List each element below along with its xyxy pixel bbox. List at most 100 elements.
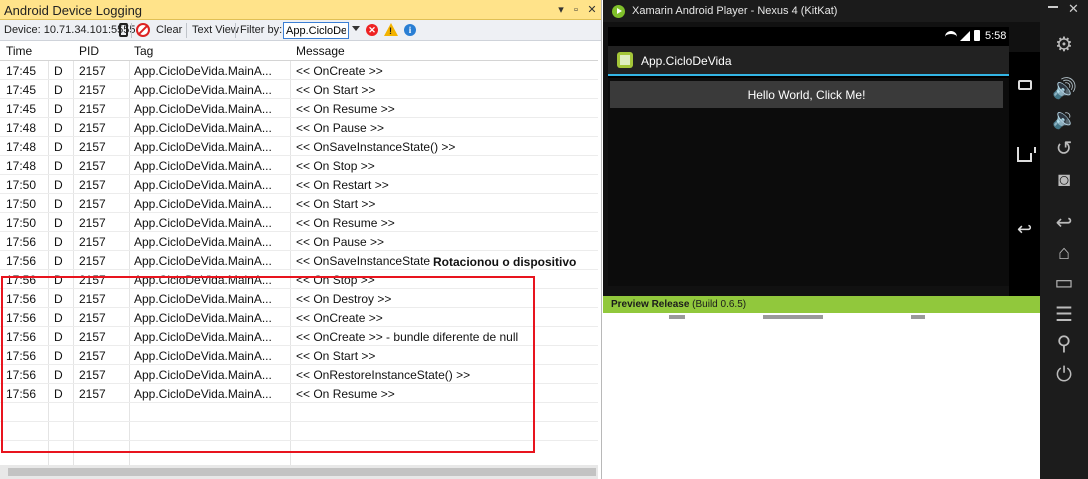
column-header-time[interactable]: Time [6, 44, 32, 58]
back-icon[interactable]: ↩ [1016, 220, 1033, 238]
filter-label: Filter by: [240, 24, 283, 36]
log-row[interactable]: 17:56 D 2157 App.CicloDeVida.MainA... << On … [0, 384, 598, 403]
empty-row [0, 403, 598, 422]
log-row[interactable]: 17:48 D 2157 App.CicloDeVida.MainA... << On … [0, 156, 598, 175]
log-tag: App.CicloDeVida.MainA... [134, 216, 272, 230]
log-level: D [54, 273, 63, 287]
log-row[interactable]: 17:45 D 2157 App.CicloDeVida.MainA... << On … [0, 80, 598, 99]
log-time: 17:56 [6, 368, 37, 382]
error-filter-icon[interactable]: ✕ [366, 24, 378, 36]
log-message: << On Start >> [296, 83, 376, 97]
panel-close-button[interactable]: ✕ [585, 3, 599, 17]
wifi-icon [945, 31, 957, 41]
device-icon[interactable] [119, 23, 128, 37]
log-row[interactable]: 17:56 D 2157 App.CicloDeVida.MainA... << On … [0, 346, 598, 365]
log-row[interactable]: 17:50 D 2157 App.CicloDeVida.MainA... << On … [0, 175, 598, 194]
column-header-message[interactable]: Message [296, 44, 345, 58]
search-icon[interactable]: ⚲ [1052, 332, 1076, 356]
log-row[interactable]: 17:56 D 2157 App.CicloDeVida.MainA... << On … [0, 289, 598, 308]
log-tag: App.CicloDeVida.MainA... [134, 140, 272, 154]
home-icon[interactable] [1016, 147, 1036, 164]
log-row[interactable]: 17:45 D 2157 App.CicloDeVida.MainA... << On … [0, 99, 598, 118]
log-level: D [54, 368, 63, 382]
emulator-status-bar: Preview Release (Build 0.6.5) [603, 296, 1040, 313]
volume-down-icon[interactable]: 🔉 [1052, 107, 1077, 131]
log-row[interactable]: 17:50 D 2157 App.CicloDeVida.MainA... << On … [0, 213, 598, 232]
close-button[interactable]: ✕ [1068, 1, 1079, 17]
log-tag: App.CicloDeVida.MainA... [134, 64, 272, 78]
log-tag: App.CicloDeVida.MainA... [134, 159, 272, 173]
back-icon[interactable]: ↩ [1052, 211, 1076, 235]
annotation-label: Rotacionou o dispositivo [430, 255, 580, 269]
log-pid: 2157 [79, 159, 106, 173]
log-tag: App.CicloDeVida.MainA... [134, 349, 272, 363]
column-header-pid[interactable]: PID [79, 44, 99, 58]
log-pid: 2157 [79, 273, 106, 287]
status-clock: 5:58 [985, 30, 1007, 42]
panel-menu-button[interactable]: ▾ [554, 3, 568, 17]
log-row[interactable]: 17:56 D 2157 App.CicloDeVida.MainA... << On … [0, 270, 598, 289]
log-message: << OnCreate >> [296, 311, 383, 325]
log-row[interactable]: 17:56 D 2157 App.CicloDeVida.MainA... << OnC… [0, 308, 598, 327]
minimize-button[interactable] [1048, 6, 1058, 8]
log-row[interactable]: 17:45 D 2157 App.CicloDeVida.MainA... << OnC… [0, 61, 598, 80]
recent-apps-icon[interactable]: ▭ [1052, 271, 1076, 295]
app-action-bar: App.CicloDeVida [608, 46, 1009, 76]
text-view-button[interactable]: Text View [192, 24, 239, 36]
log-message: << On Start >> [296, 349, 376, 363]
log-time: 17:56 [6, 254, 37, 268]
signal-icon [960, 31, 970, 41]
scrollbar-thumb[interactable] [8, 468, 596, 476]
hello-world-button[interactable]: Hello World, Click Me! [610, 81, 1003, 108]
log-tag: App.CicloDeVida.MainA... [134, 178, 272, 192]
log-row[interactable]: 17:56 D 2157 App.CicloDeVida.MainA... << On … [0, 232, 598, 251]
clear-button[interactable]: Clear [156, 24, 182, 36]
recent-apps-icon[interactable] [1016, 78, 1033, 92]
warning-filter-icon[interactable]: ! [384, 23, 398, 36]
clear-icon[interactable] [136, 23, 150, 37]
volume-up-icon[interactable]: 🔊 [1052, 77, 1077, 101]
log-level: D [54, 178, 63, 192]
emulator-sidebar: ✕ ⚙ 🔊 🔉 ↺ ◙ ↩ ⌂ ▭ ☰ ⚲ ⏻ [1040, 0, 1088, 479]
log-row[interactable]: 17:48 D 2157 App.CicloDeVida.MainA... << On … [0, 118, 598, 137]
background-fragment [763, 315, 823, 319]
log-message: << On Restart >> [296, 178, 389, 192]
power-icon[interactable]: ⏻ [1052, 363, 1076, 387]
menu-icon[interactable]: ☰ [1052, 303, 1076, 327]
column-header-tag[interactable]: Tag [134, 44, 153, 58]
home-icon[interactable]: ⌂ [1052, 241, 1076, 265]
log-tag: App.CicloDeVida.MainA... [134, 292, 272, 306]
log-time: 17:50 [6, 216, 37, 230]
log-row[interactable]: 17:50 D 2157 App.CicloDeVida.MainA... << On … [0, 194, 598, 213]
log-level: D [54, 349, 63, 363]
info-filter-icon[interactable]: i [404, 24, 416, 36]
build-info: Preview Release (Build 0.6.5) [611, 299, 746, 310]
filter-input[interactable] [283, 22, 349, 39]
log-row[interactable]: 17:56 D 2157 App.CicloDeVida.MainA... << OnC… [0, 327, 598, 346]
log-level: D [54, 159, 63, 173]
log-tag: App.CicloDeVida.MainA... [134, 273, 272, 287]
log-tag: App.CicloDeVida.MainA... [134, 121, 272, 135]
log-pid: 2157 [79, 140, 106, 154]
background-fragment [911, 315, 925, 319]
log-message: << On Start >> [296, 197, 376, 211]
panel-pin-button[interactable]: ▫ [569, 3, 583, 17]
log-toolbar: Device: 10.71.34.101:5555 Clear Text Vie… [0, 20, 601, 41]
log-message: << OnCreate >> [296, 64, 383, 78]
log-row[interactable]: 17:56 D 2157 App.CicloDeVida.MainA... << OnR… [0, 365, 598, 384]
camera-icon[interactable]: ◙ [1052, 168, 1076, 192]
filter-dropdown-icon[interactable] [352, 26, 360, 31]
log-message: << On Resume >> [296, 387, 395, 401]
log-panel: Android Device Logging ▾ ▫ ✕ Device: 10.… [0, 0, 602, 479]
log-row[interactable]: 17:48 D 2157 App.CicloDeVida.MainA... << OnS… [0, 137, 598, 156]
device-screen[interactable]: 5:58 App.CicloDeVida Hello World, Click … [608, 27, 1009, 286]
log-time: 17:56 [6, 311, 37, 325]
log-time: 17:48 [6, 140, 37, 154]
log-level: D [54, 387, 63, 401]
gear-icon[interactable]: ⚙ [1052, 33, 1076, 57]
log-level: D [54, 235, 63, 249]
log-pid: 2157 [79, 121, 106, 135]
log-time: 17:56 [6, 387, 37, 401]
rotate-icon[interactable]: ↺ [1052, 137, 1076, 161]
horizontal-scrollbar[interactable] [0, 465, 598, 479]
